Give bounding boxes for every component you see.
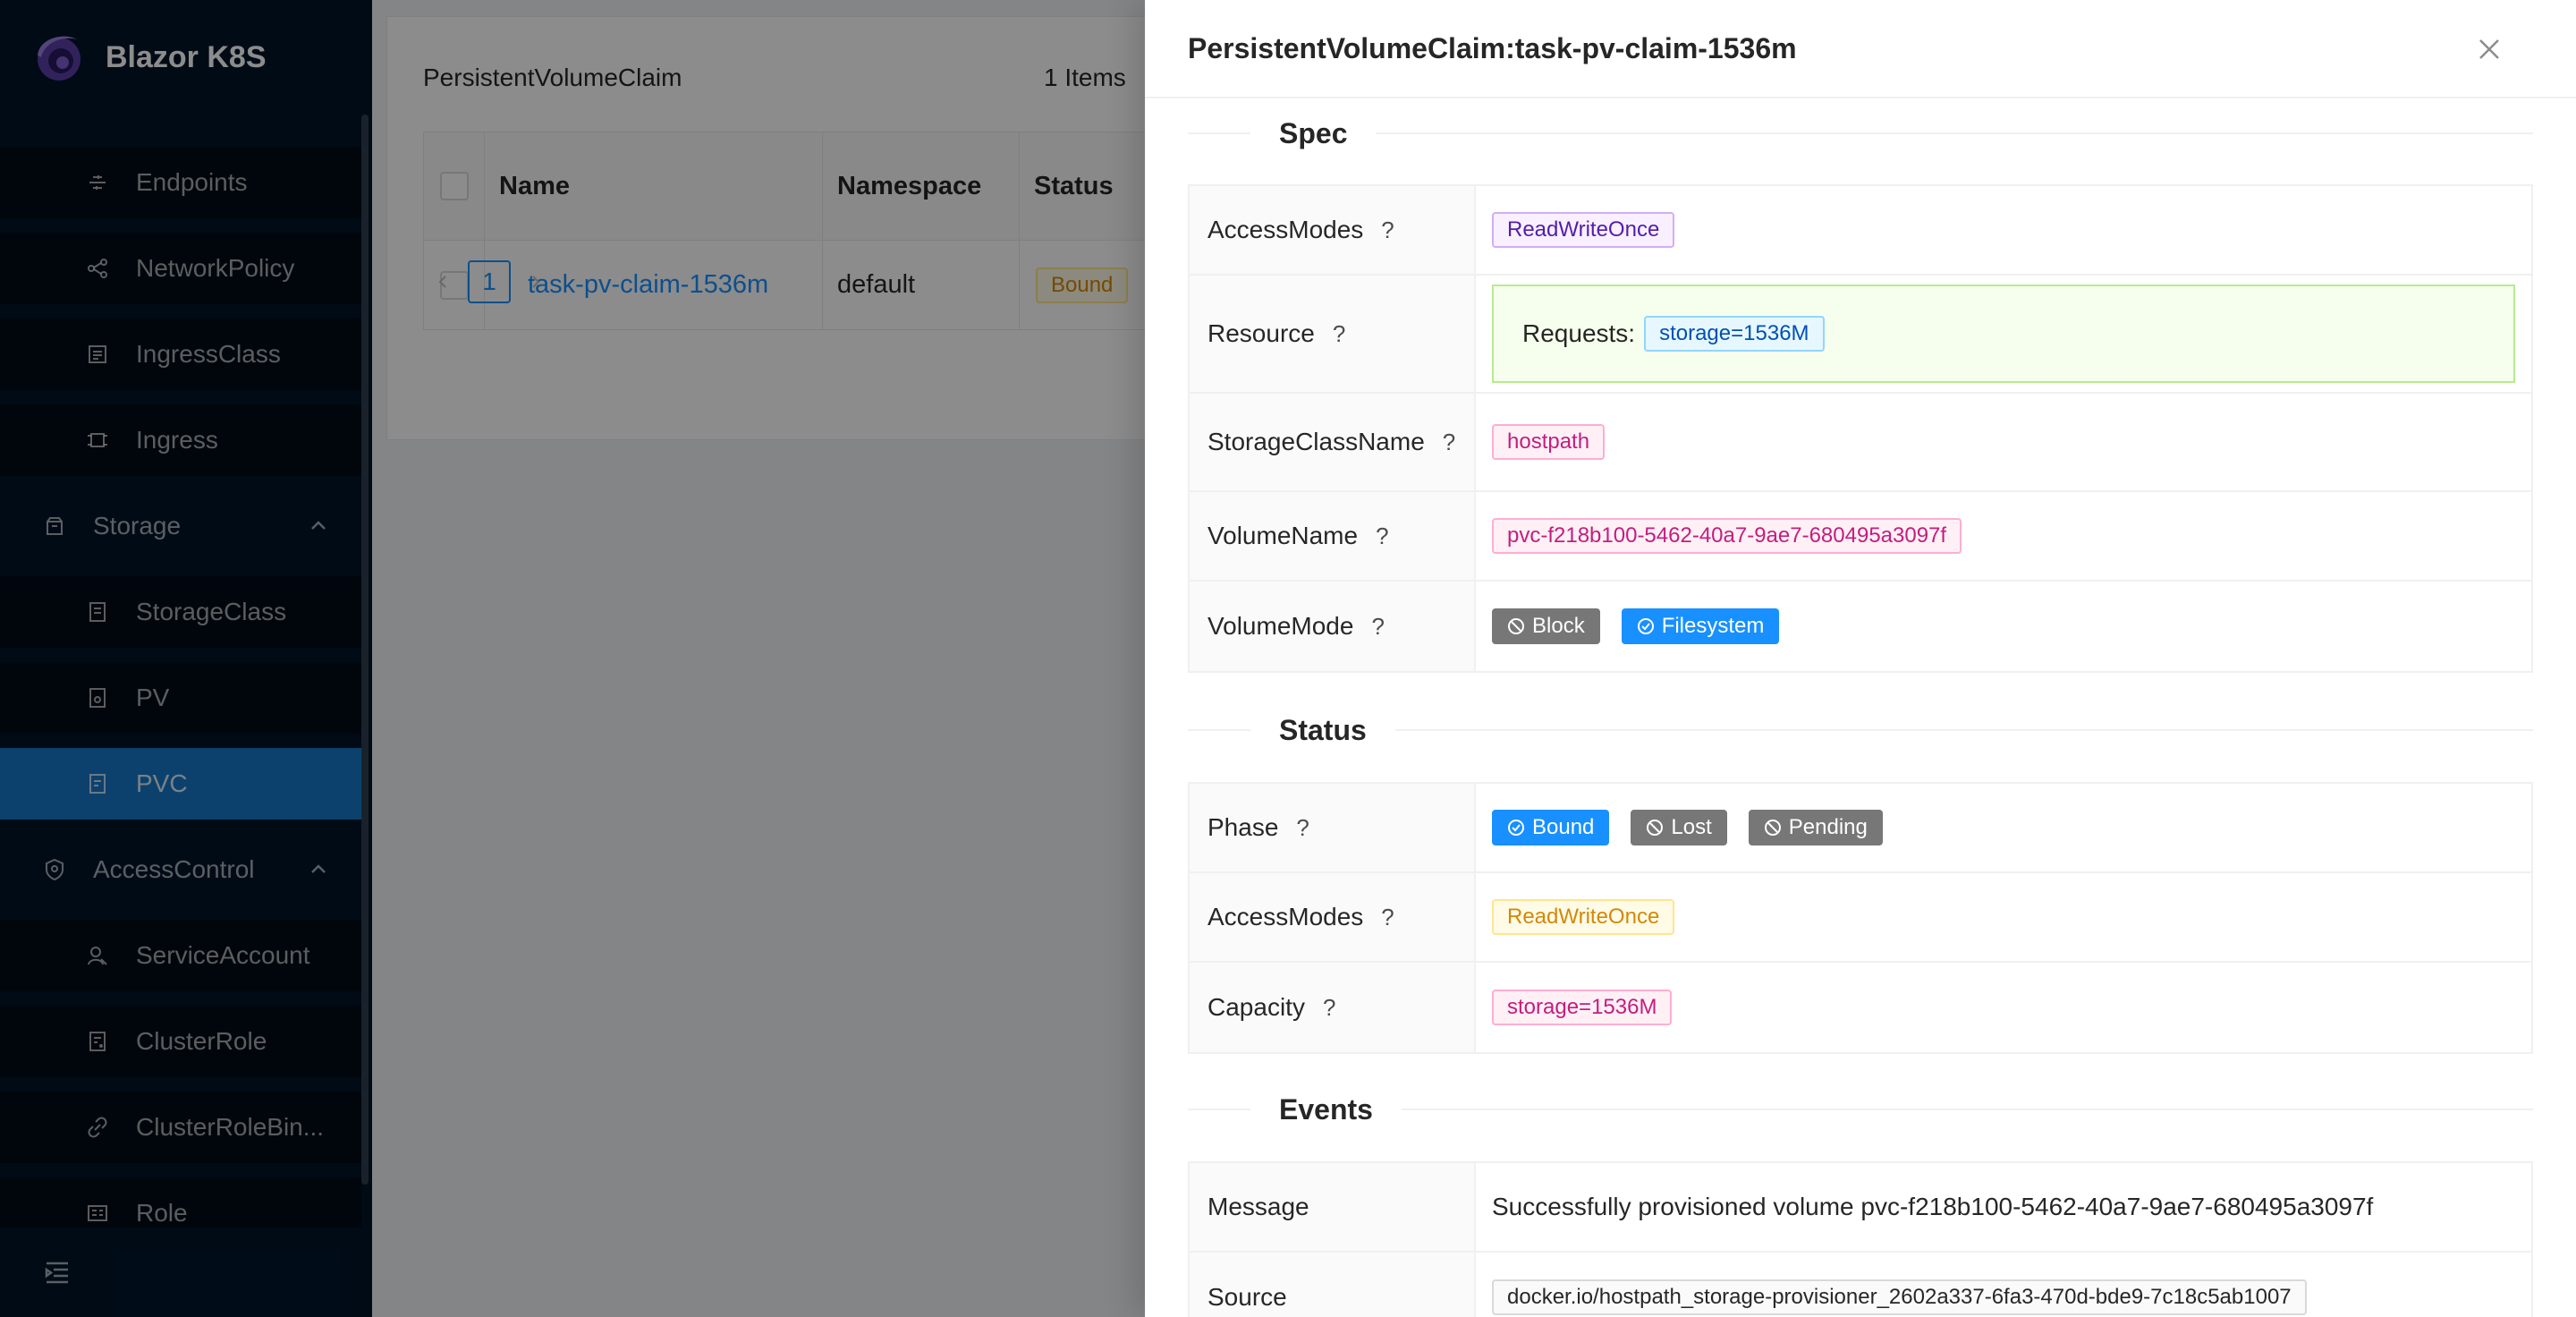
spec-resource-label: Resource? bbox=[1190, 276, 1476, 392]
events-heading: Events bbox=[1279, 1092, 1373, 1126]
spec-descriptions: AccessModes? ReadWriteOnce Resource? Req… bbox=[1188, 184, 2533, 673]
drawer-header: PersistentVolumeClaim:task-pv-claim-1536… bbox=[1145, 0, 2576, 98]
volume-name-tag: pvc-f218b100-5462-40a7-9ae7-680495a3097f bbox=[1492, 518, 1962, 554]
app-root: Blazor K8S Endpoints NetworkPolicy Ingre… bbox=[0, 0, 2576, 1317]
help-icon[interactable]: ? bbox=[1381, 904, 1394, 931]
drawer-mask[interactable] bbox=[0, 0, 1145, 1317]
spec-storage-class-row: StorageClassName? hostpath bbox=[1190, 394, 2531, 492]
status-capacity-value: storage=1536M bbox=[1476, 963, 2531, 1052]
stop-icon bbox=[1764, 820, 1781, 836]
event-message-row: Message Successfully provisioned volume … bbox=[1190, 1163, 2531, 1253]
requests-label: Requests: bbox=[1522, 319, 1636, 347]
help-icon[interactable]: ? bbox=[1333, 320, 1345, 348]
check-circle-icon bbox=[1508, 820, 1524, 836]
spec-volume-name-value: pvc-f218b100-5462-40a7-9ae7-680495a3097f bbox=[1476, 492, 2531, 580]
status-access-modes-label: AccessModes? bbox=[1190, 873, 1476, 961]
phase-pending-tag[interactable]: Pending bbox=[1748, 810, 1883, 845]
storage-class-tag: hostpath bbox=[1492, 424, 1606, 460]
status-access-mode-tag: ReadWriteOnce bbox=[1492, 899, 1675, 935]
drawer-title: PersistentVolumeClaim:task-pv-claim-1536… bbox=[1188, 31, 1797, 64]
help-icon[interactable]: ? bbox=[1323, 994, 1335, 1022]
spec-storage-class-value: hostpath bbox=[1476, 394, 2531, 490]
event-source-row: Source docker.io/hostpath_storage-provis… bbox=[1190, 1253, 2531, 1317]
status-access-modes-value: ReadWriteOnce bbox=[1476, 873, 2531, 961]
spec-access-modes-value: ReadWriteOnce bbox=[1476, 186, 2531, 274]
event-message-value: Successfully provisioned volume pvc-f218… bbox=[1492, 1193, 2374, 1220]
volume-mode-filesystem-tag[interactable]: Filesystem bbox=[1621, 608, 1780, 644]
events-section-divider: Events bbox=[1188, 1083, 2533, 1136]
detail-drawer: PersistentVolumeClaim:task-pv-claim-1536… bbox=[1145, 0, 2576, 1317]
help-icon[interactable]: ? bbox=[1296, 814, 1309, 842]
event-source-label: Source bbox=[1190, 1253, 1476, 1317]
status-capacity-row: Capacity? storage=1536M bbox=[1190, 963, 2531, 1052]
stop-icon bbox=[1508, 618, 1524, 634]
status-section-divider: Status bbox=[1188, 703, 2533, 757]
phase-bound-tag[interactable]: Bound bbox=[1492, 810, 1610, 845]
volume-mode-block-tag[interactable]: Block bbox=[1492, 608, 1600, 644]
resource-requests-box: Requests: storage=1536M bbox=[1492, 285, 2515, 383]
spec-volume-name-label: VolumeName? bbox=[1190, 492, 1476, 580]
spec-section-divider: Spec bbox=[1188, 106, 2533, 160]
event-message-label: Message bbox=[1190, 1163, 1476, 1251]
help-icon[interactable]: ? bbox=[1376, 523, 1388, 550]
spec-volume-mode-value: Block Filesystem bbox=[1476, 582, 2531, 671]
status-descriptions: Phase? Bound Lost Pending AccessModes ? … bbox=[1188, 782, 2533, 1054]
access-mode-tag: ReadWriteOnce bbox=[1492, 212, 1675, 248]
help-icon[interactable]: ? bbox=[1443, 422, 1455, 462]
status-capacity-label: Capacity? bbox=[1190, 963, 1476, 1052]
drawer-body: Spec AccessModes? ReadWriteOnce Resource… bbox=[1188, 98, 2533, 1317]
help-icon[interactable]: ? bbox=[1371, 613, 1384, 641]
event-source-value: docker.io/hostpath_storage-provisioner_2… bbox=[1476, 1253, 2531, 1317]
status-heading: Status bbox=[1279, 713, 1367, 746]
spec-resource-value: Requests: storage=1536M bbox=[1476, 276, 2531, 392]
status-access-modes-row: AccessModes? ReadWriteOnce bbox=[1190, 873, 2531, 963]
spec-volume-name-row: VolumeName? pvc-f218b100-5462-40a7-9ae7-… bbox=[1190, 492, 2531, 582]
events-descriptions: Message Successfully provisioned volume … bbox=[1188, 1161, 2533, 1317]
event-source-tag: docker.io/hostpath_storage-provisioner_2… bbox=[1492, 1279, 2307, 1315]
status-phase-row: Phase? Bound Lost Pending bbox=[1190, 784, 2531, 873]
spec-access-modes-row: AccessModes? ReadWriteOnce bbox=[1190, 186, 2531, 276]
spec-volume-mode-label: VolumeMode? bbox=[1190, 582, 1476, 671]
capacity-tag: storage=1536M bbox=[1492, 990, 1673, 1025]
stop-icon bbox=[1647, 820, 1664, 836]
check-circle-icon bbox=[1637, 618, 1654, 634]
spec-storage-class-label: StorageClassName? bbox=[1190, 394, 1476, 490]
requests-tag: storage=1536M bbox=[1644, 316, 1825, 352]
spec-volume-mode-row: VolumeMode? Block Filesystem bbox=[1190, 582, 2531, 671]
help-icon[interactable]: ? bbox=[1381, 217, 1394, 244]
status-phase-label: Phase? bbox=[1190, 784, 1476, 871]
phase-lost-tag[interactable]: Lost bbox=[1631, 810, 1727, 845]
spec-resource-row: Resource? Requests: storage=1536M bbox=[1190, 276, 2531, 394]
spec-heading: Spec bbox=[1279, 116, 1348, 149]
close-icon[interactable] bbox=[2474, 34, 2504, 64]
spec-access-modes-label: AccessModes? bbox=[1190, 186, 1476, 274]
status-phase-value: Bound Lost Pending bbox=[1476, 784, 2531, 871]
